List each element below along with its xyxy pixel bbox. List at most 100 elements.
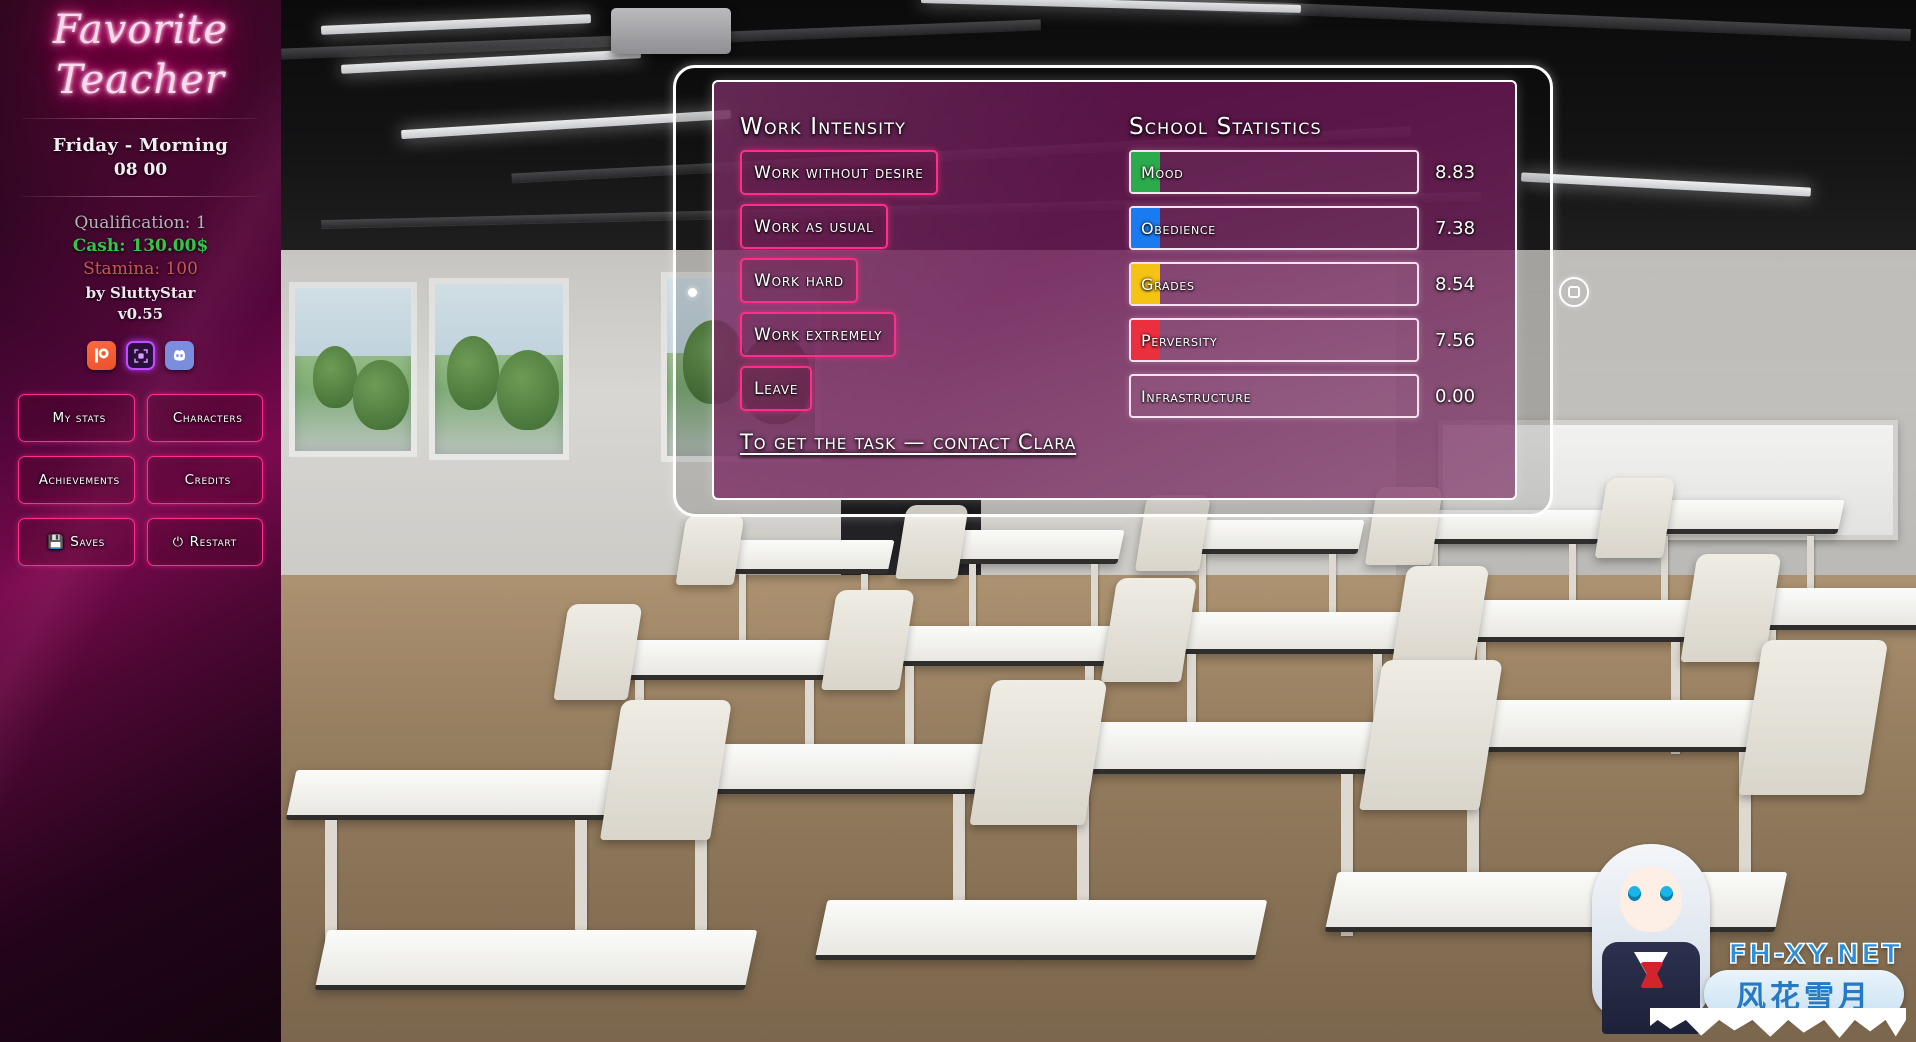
menu-button-saves[interactable]: 💾 Saves — [18, 518, 135, 566]
chair — [1594, 478, 1676, 558]
task-hint-link[interactable]: To get the task — contact Clara — [740, 430, 1076, 454]
window-sky — [435, 284, 563, 356]
game-title-line-2: Teacher — [55, 57, 226, 103]
stat-value: 7.38 — [1435, 217, 1476, 239]
menu-label: Credits — [184, 472, 231, 488]
time-block: Friday - Morning 08 00 — [18, 135, 263, 180]
window-foliage — [447, 336, 499, 410]
menu-label: Saves — [70, 534, 105, 550]
social-links-row — [18, 341, 263, 370]
desk — [814, 900, 1268, 970]
home-button[interactable] — [1559, 277, 1589, 307]
floppy-disk-icon: 💾 — [47, 534, 65, 550]
game-screen: Favorite Teacher Friday - Morning 08 00 … — [0, 0, 1916, 1042]
menu-button-characters[interactable]: Characters — [146, 394, 263, 442]
menu-button-restart[interactable]: ⏻ Restart — [146, 518, 263, 566]
stat-label: Obedience — [1141, 218, 1216, 238]
qualification-stat: Qualification: 1 — [74, 213, 207, 233]
chair — [599, 700, 733, 840]
stat-label: Infrastructure — [1141, 386, 1252, 406]
rounded-square-icon — [1568, 286, 1580, 298]
work-option-without-desire[interactable]: Work without desire — [740, 150, 938, 195]
stat-bar-obedience[interactable]: Obedience — [1129, 206, 1419, 250]
work-option-hard[interactable]: Work hard — [740, 258, 858, 303]
chair — [1390, 566, 1490, 672]
stat-bar-mood[interactable]: Mood — [1129, 150, 1419, 194]
stat-bar-infrastructure[interactable]: Infrastructure — [1129, 374, 1419, 418]
stat-row-obedience: Obedience 7.38 — [1129, 206, 1489, 250]
stat-row-infrastructure: Infrastructure 0.00 — [1129, 374, 1489, 418]
stat-value: 0.00 — [1435, 385, 1476, 407]
desk — [947, 530, 1125, 634]
work-intensity-section: Work Intensity Work without desire Work … — [740, 114, 1101, 430]
work-option-leave[interactable]: Leave — [740, 366, 813, 411]
power-icon: ⏻ — [172, 534, 184, 550]
chair — [1738, 640, 1889, 795]
desk — [1446, 600, 1716, 754]
desk — [606, 640, 846, 780]
work-intensity-heading: Work Intensity — [740, 114, 907, 140]
cash-stat: Cash: 130.00$ — [72, 236, 209, 256]
divider-bottom — [22, 196, 259, 197]
window-foliage — [353, 360, 409, 430]
work-option-extremely[interactable]: Work extremely — [740, 312, 897, 357]
menu-label: My stats — [52, 410, 106, 426]
menu-label: Characters — [172, 410, 243, 426]
clock-label: 08 00 — [113, 160, 168, 180]
stat-bar-perversity[interactable]: Perversity — [1129, 318, 1419, 362]
dialog-bullet-marker — [688, 288, 697, 297]
stamina-stat: Stamina: 100 — [83, 259, 198, 279]
stat-value: 7.56 — [1435, 329, 1476, 351]
desk — [285, 770, 627, 970]
stat-value: 8.54 — [1435, 273, 1476, 295]
patreon-icon[interactable] — [87, 341, 116, 370]
sidebar-menu: My stats Characters Achievements Credits… — [18, 394, 263, 566]
chair — [969, 680, 1108, 825]
menu-button-achievements[interactable]: Achievements — [18, 456, 135, 504]
watermark-character — [1578, 844, 1728, 1034]
site-watermark: FH-XY.NET 风花雪月 — [1578, 842, 1908, 1042]
stat-label: Perversity — [1141, 330, 1218, 350]
stat-label: Grades — [1141, 274, 1195, 294]
desk — [1156, 612, 1416, 762]
stat-value: 8.83 — [1435, 161, 1476, 183]
desk — [717, 540, 895, 640]
day-phase-label: Friday - Morning — [52, 135, 229, 156]
window-foliage — [497, 350, 559, 430]
sidebar: Favorite Teacher Friday - Morning 08 00 … — [0, 0, 281, 1042]
menu-label: Achievements — [38, 472, 120, 488]
menu-button-credits[interactable]: Credits — [146, 456, 263, 504]
chair — [1359, 660, 1503, 810]
stat-bar-grades[interactable]: Grades — [1129, 262, 1419, 306]
character-eye-right — [1660, 886, 1673, 901]
version-label: v0.55 — [117, 305, 164, 323]
classroom-stage: Work Intensity Work without desire Work … — [281, 0, 1916, 1042]
desk — [876, 626, 1126, 770]
dialog-panel: Work Intensity Work without desire Work … — [712, 80, 1517, 500]
chair — [553, 604, 643, 700]
window-foliage — [313, 346, 357, 408]
divider-top — [22, 118, 259, 119]
author-label: by SluttyStar — [85, 284, 196, 302]
discord-icon[interactable] — [165, 341, 194, 370]
dialog-outer-frame: Work Intensity Work without desire Work … — [673, 65, 1553, 517]
work-option-as-usual[interactable]: Work as usual — [740, 204, 888, 249]
window-sky — [295, 288, 411, 357]
watermark-site-text: FH-XY.NET — [1728, 938, 1902, 971]
menu-label: Restart — [189, 534, 237, 550]
desk — [1177, 520, 1365, 626]
projector — [611, 8, 731, 54]
stat-row-perversity: Perversity 7.56 — [1129, 318, 1489, 362]
chair — [675, 515, 745, 585]
subscribestar-icon[interactable] — [126, 341, 155, 370]
chair — [821, 590, 915, 690]
menu-button-my-stats[interactable]: My stats — [18, 394, 135, 442]
stat-label: Mood — [1141, 162, 1184, 182]
window — [429, 278, 569, 460]
desk — [1637, 500, 1845, 612]
chair — [1100, 578, 1198, 682]
window — [289, 282, 417, 457]
stat-row-mood: Mood 8.83 — [1129, 150, 1489, 194]
school-statistics-section: School Statistics Mood 8.83 Obedience 7.… — [1129, 114, 1489, 430]
desk — [314, 930, 758, 1000]
